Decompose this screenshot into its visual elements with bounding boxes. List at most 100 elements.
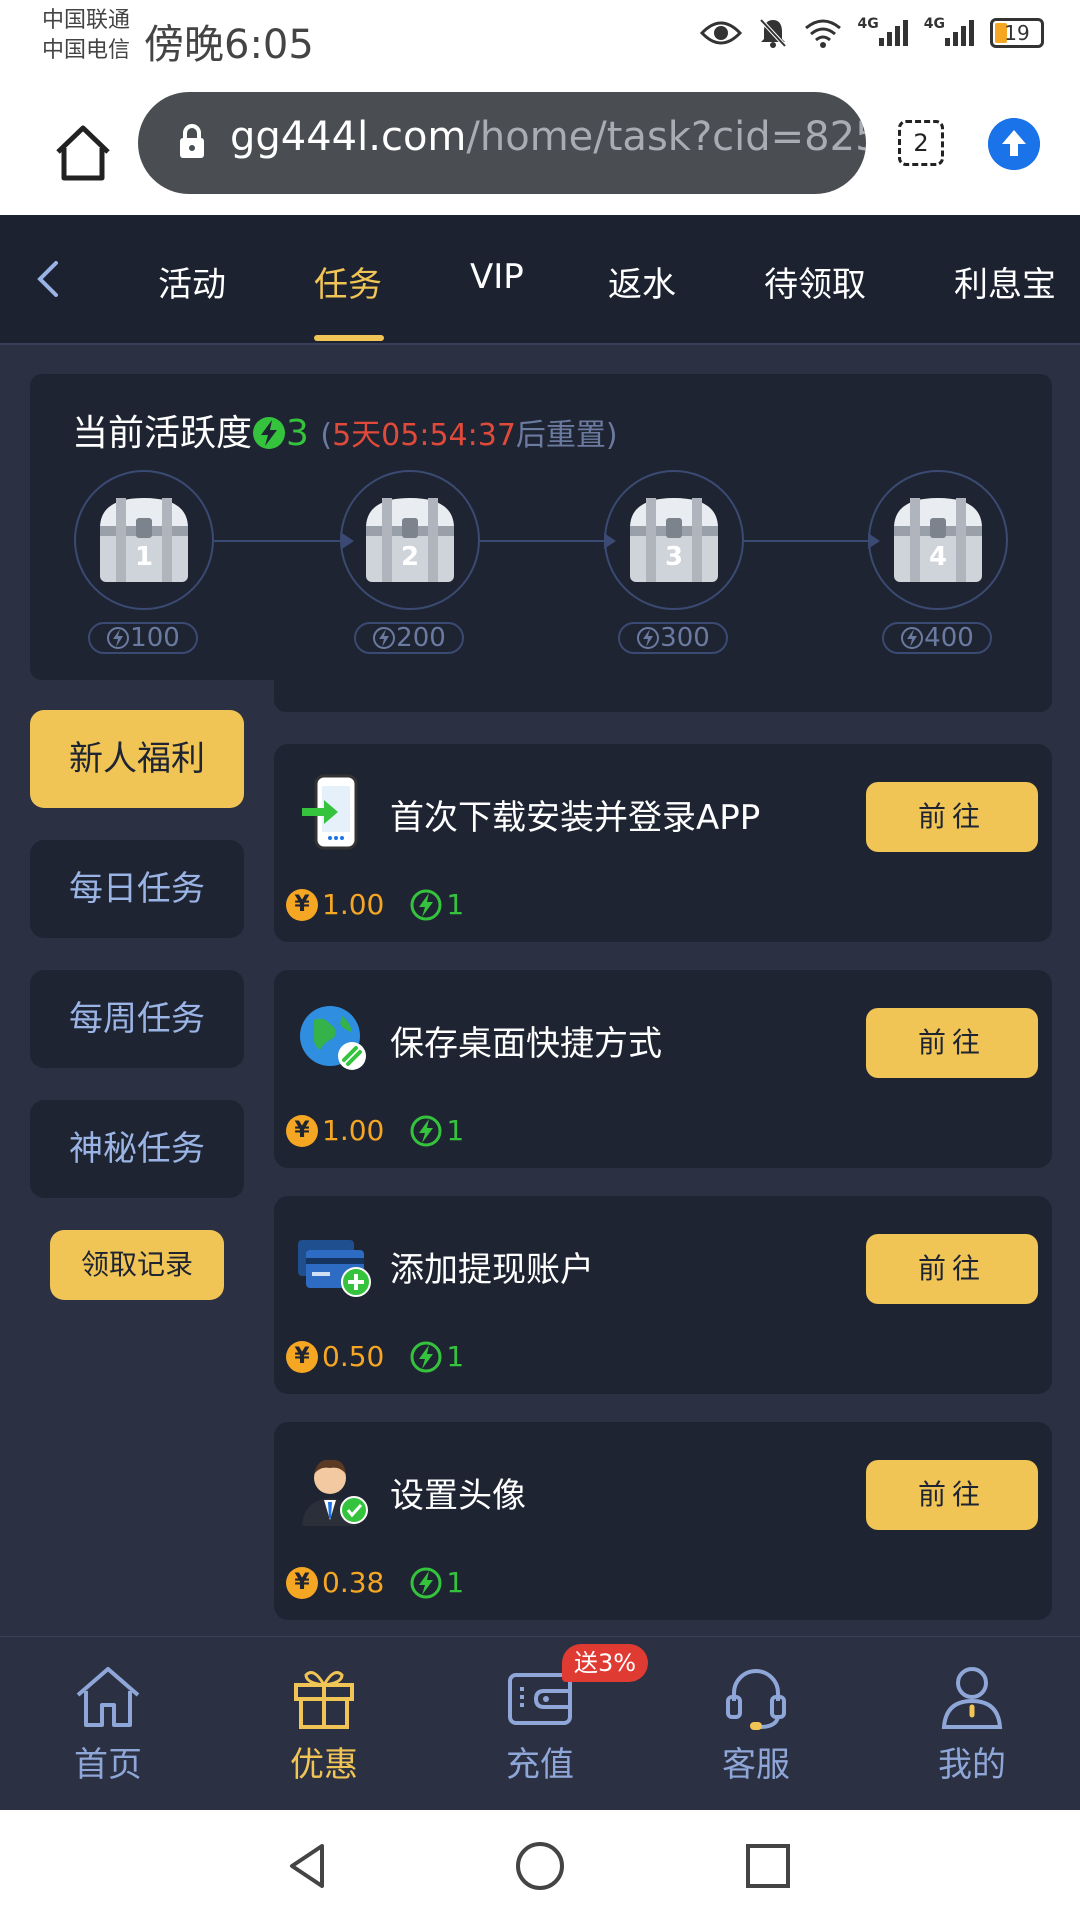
go-button[interactable]: 前往 [866, 1460, 1038, 1530]
reward-amount: 1.00 [322, 888, 385, 921]
side-menu-weekly[interactable]: 每周任务 [30, 970, 244, 1068]
battery-icon: 19 [990, 18, 1044, 48]
task-card: 设置头像 前往 ¥ 0.38 1 [274, 1422, 1052, 1620]
task-card: 添加提现账户 前往 ¥ 0.50 1 [274, 1196, 1052, 1394]
back-arrow-icon[interactable] [28, 257, 68, 301]
chest-connector [214, 533, 354, 549]
tab-interest[interactable]: 利息宝 [954, 257, 1056, 306]
reward-amount: 1.00 [322, 1114, 385, 1147]
bolt-icon [253, 417, 286, 449]
coin-icon: ¥ [286, 1566, 318, 1599]
claim-record-button[interactable]: 领取记录 [50, 1230, 224, 1300]
activity-panel: 当前活跃度 3 (5天05:54:37后重置) 1 2 3 4 100 200 3… [30, 374, 1052, 680]
browser-toolbar: gg444l.com/home/task?cid=8257 2 [0, 80, 1080, 215]
treasure-chest-2[interactable]: 2 [340, 470, 480, 610]
bolt-icon [410, 889, 442, 920]
tab-vip[interactable]: VIP [470, 257, 524, 297]
side-menu-newbie[interactable]: 新人福利 [30, 710, 244, 808]
active-tab-indicator [314, 335, 384, 341]
category-nav: 活动 任务 VIP 返水 待领取 利息宝 [0, 215, 1080, 345]
treasure-chest-1[interactable]: 1 [74, 470, 214, 610]
carrier-1: 中国联通 [42, 8, 131, 33]
bolt-icon [901, 627, 924, 649]
bolt-icon [410, 1567, 442, 1598]
home-icon[interactable] [48, 118, 118, 188]
home-icon [76, 1667, 140, 1727]
activity-value: 3 [286, 413, 309, 454]
phone-download-icon [302, 774, 358, 850]
system-nav-bar [0, 1810, 1080, 1920]
bank-card-add-icon [298, 1240, 371, 1297]
bottom-nav-home[interactable]: 首页 [38, 1661, 178, 1786]
task-reward: ¥ 0.38 1 [286, 1566, 464, 1599]
treasure-chest-4[interactable]: 4 [868, 470, 1008, 610]
reward-points: 1 [446, 888, 465, 921]
headset-icon [726, 1669, 786, 1730]
reset-countdown: 5天05:54:37 [332, 418, 516, 453]
avatar-check-icon [302, 1459, 368, 1526]
chest-points-4: 400 [882, 622, 992, 654]
chest-connector [478, 533, 616, 549]
chest-connector [744, 533, 880, 549]
reward-points: 1 [446, 1566, 465, 1599]
bottom-nav-promo[interactable]: 优惠 [254, 1661, 394, 1786]
bolt-icon [410, 1115, 442, 1146]
chest-points-2: 200 [354, 622, 464, 654]
status-bar: 中国联通 中国电信 傍晚6:05 4G 4G 19 [0, 0, 1080, 80]
treasure-chest-3[interactable]: 3 [604, 470, 744, 610]
bolt-icon [410, 1341, 442, 1372]
reward-points: 1 [446, 1340, 465, 1373]
bottom-nav-service[interactable]: 客服 [686, 1661, 826, 1786]
tab-tasks[interactable]: 任务 [314, 257, 382, 306]
tab-activity[interactable]: 活动 [158, 257, 226, 306]
lock-icon [180, 124, 204, 158]
go-button[interactable]: 前往 [866, 782, 1038, 852]
task-card: 首次下载安装并登录APP 前往 ¥ 1.00 1 [274, 744, 1052, 942]
coin-icon: ¥ [286, 888, 318, 921]
wifi-icon [804, 19, 841, 48]
tab-pending[interactable]: 待领取 [764, 257, 866, 306]
bottom-nav: 首页 优惠 充值 客服 我的 [0, 1636, 1080, 1811]
tab-switcher-button[interactable]: 2 [898, 120, 944, 166]
go-button[interactable]: 前往 [866, 1234, 1038, 1304]
task-title: 首次下载安装并登录APP [390, 798, 761, 838]
reward-amount: 0.50 [322, 1340, 385, 1373]
chest-points-3: 300 [618, 622, 728, 654]
reward-amount: 0.38 [322, 1566, 385, 1599]
bottom-nav-mine[interactable]: 我的 [902, 1661, 1042, 1786]
home-circle-icon[interactable] [514, 1840, 566, 1892]
clock: 傍晚6:05 [144, 22, 314, 68]
coin-icon: ¥ [286, 1340, 318, 1373]
user-icon [941, 1667, 1003, 1729]
mute-bell-icon [759, 18, 787, 48]
bolt-icon [637, 627, 660, 649]
coin-icon: ¥ [286, 1114, 318, 1147]
task-reward: ¥ 1.00 1 [286, 888, 464, 921]
signal-1: 4G [858, 16, 908, 50]
task-card: 保存桌面快捷方式 前往 ¥ 1.00 1 [274, 970, 1052, 1168]
recharge-bonus-badge: 送3% [562, 1644, 649, 1682]
chest-points-1: 100 [88, 622, 198, 654]
side-menu-mystery[interactable]: 神秘任务 [30, 1100, 244, 1198]
eye-icon [699, 21, 742, 45]
go-button[interactable]: 前往 [866, 1008, 1038, 1078]
side-menu-daily[interactable]: 每日任务 [30, 840, 244, 938]
carrier-2: 中国电信 [42, 38, 131, 63]
signal-2: 4G [924, 16, 974, 50]
task-title: 添加提现账户 [390, 1250, 594, 1290]
upload-icon[interactable] [988, 118, 1040, 170]
gift-icon [294, 1671, 354, 1729]
globe-link-icon [300, 1006, 366, 1070]
task-reward: ¥ 0.50 1 [286, 1340, 464, 1373]
url-text: gg444l.com/home/task?cid=8257 [230, 114, 866, 160]
bolt-icon [373, 627, 396, 649]
carrier-info: 中国联通 中国电信 [42, 6, 130, 66]
tab-rebate[interactable]: 返水 [608, 257, 676, 306]
recents-icon[interactable] [742, 1840, 794, 1892]
address-bar[interactable]: gg444l.com/home/task?cid=8257 [138, 92, 866, 194]
task-reward: ¥ 1.00 1 [286, 1114, 464, 1147]
bolt-icon [107, 627, 130, 649]
back-icon[interactable] [282, 1840, 334, 1892]
task-title: 设置头像 [390, 1476, 526, 1516]
activity-title: 当前活跃度 3 (5天05:54:37后重置) [72, 413, 618, 454]
